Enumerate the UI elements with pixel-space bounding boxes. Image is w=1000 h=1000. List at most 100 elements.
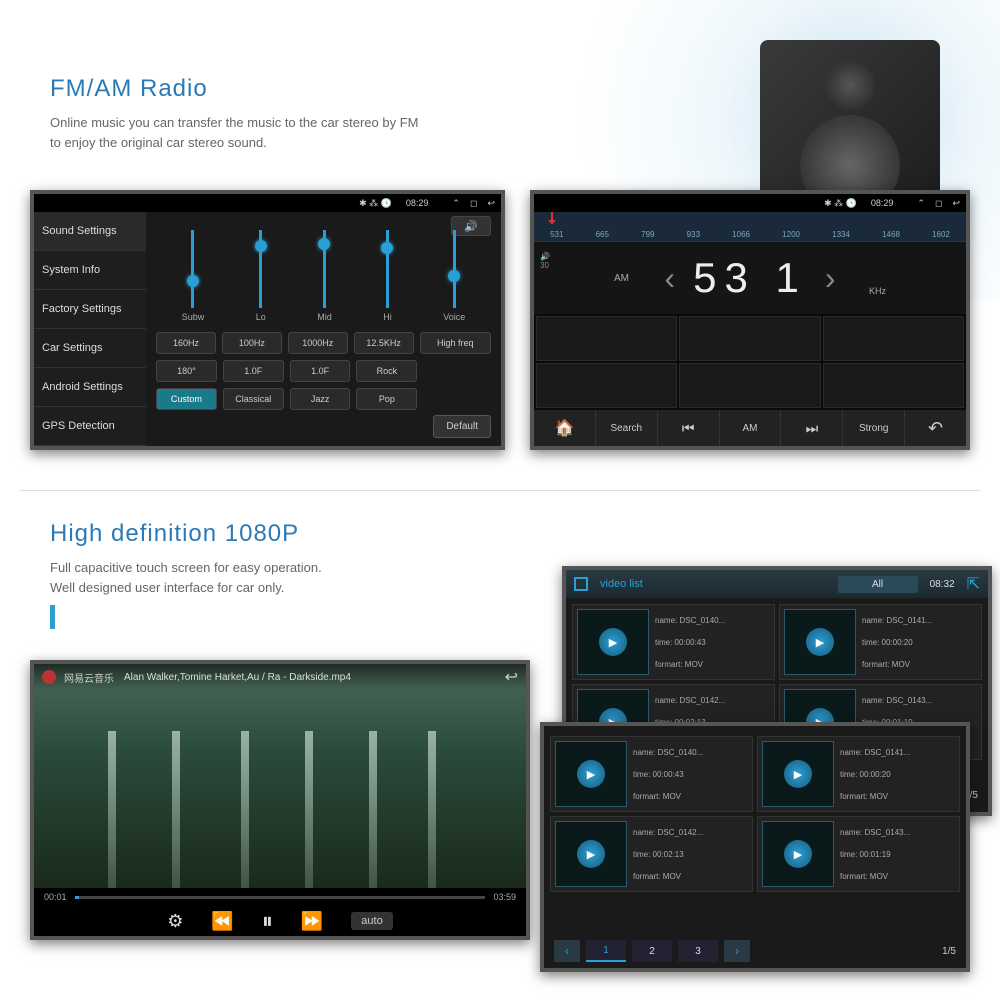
- sidebar-factory-settings[interactable]: Factory Settings: [34, 290, 146, 329]
- preset-slot[interactable]: [679, 363, 820, 408]
- high-freq-button[interactable]: High freq: [420, 332, 491, 354]
- eq-slider-voice[interactable]: [453, 230, 456, 308]
- sidebar-android-settings[interactable]: Android Settings: [34, 368, 146, 407]
- band-button[interactable]: AM: [720, 410, 782, 446]
- video-item[interactable]: ▶ name: DSC_0141...time: 00:00:20formart…: [779, 604, 982, 680]
- pager-page-1[interactable]: 1: [586, 940, 626, 962]
- mute-button[interactable]: 🔊: [451, 216, 491, 236]
- section1-desc: Online music you can transfer the music …: [50, 113, 430, 152]
- prev-button[interactable]: ⏮: [658, 410, 720, 446]
- play-icon[interactable]: ▶: [806, 628, 834, 656]
- eq-sliders: Subw Lo Mid Hi Voice: [156, 220, 491, 326]
- current-time: 00:01: [44, 892, 67, 902]
- sidebar-gps-detection[interactable]: GPS Detection: [34, 407, 146, 446]
- preset-slot[interactable]: [679, 316, 820, 361]
- pager-prev[interactable]: ‹: [554, 940, 580, 962]
- auto-button[interactable]: auto: [351, 912, 392, 930]
- forward-button[interactable]: ⏩: [301, 911, 323, 932]
- preset-slot[interactable]: [823, 316, 964, 361]
- frequency-scale[interactable]: 531 665 799 933 1066 1200 1334 1468 1602: [534, 212, 966, 242]
- sidebar-sound-settings[interactable]: Sound Settings: [34, 212, 146, 251]
- preset-jazz-button[interactable]: Jazz: [290, 388, 351, 410]
- frequency-marker[interactable]: [551, 212, 553, 224]
- tune-down-button[interactable]: ‹: [664, 260, 675, 297]
- video-list-panel: ▶ name: DSC_0140...time: 00:00:43formart…: [540, 722, 970, 972]
- preset-rock-button[interactable]: Rock: [356, 360, 417, 382]
- play-icon[interactable]: ▶: [784, 840, 812, 868]
- preset-slot[interactable]: [536, 316, 677, 361]
- unit-label: KHz: [869, 286, 886, 296]
- section2-desc2: Well designed user interface for car onl…: [50, 578, 322, 598]
- filter-all-button[interactable]: All: [838, 576, 918, 593]
- nav-square-icon[interactable]: ◻: [935, 198, 942, 209]
- nav-up-icon[interactable]: ⌃: [917, 198, 925, 209]
- equalizer-icon[interactable]: ⚙: [167, 911, 183, 932]
- pager-next[interactable]: ›: [724, 940, 750, 962]
- preset-slot[interactable]: [536, 363, 677, 408]
- phase-180-button[interactable]: 180°: [156, 360, 217, 382]
- total-time: 03:59: [493, 892, 516, 902]
- freq-160hz-button[interactable]: 160Hz: [156, 332, 216, 354]
- exit-button[interactable]: ⇱: [967, 574, 980, 594]
- video-item[interactable]: ▶ name: DSC_0140...time: 00:00:43formart…: [550, 736, 753, 812]
- eq-slider-lo[interactable]: [259, 230, 262, 308]
- eq-slider-subw[interactable]: [191, 230, 194, 308]
- section-fm-am: FM/AM Radio Online music you can transfe…: [50, 75, 430, 152]
- eq-slider-mid[interactable]: [323, 230, 326, 308]
- settings-main: 🔊 Subw Lo Mid Hi Voice 160Hz 100Hz 1000H…: [146, 212, 501, 446]
- gain-1.0f-button-1[interactable]: 1.0F: [223, 360, 284, 382]
- app-logo-icon: [42, 670, 56, 684]
- tune-up-button[interactable]: ›: [825, 260, 836, 297]
- nav-back-icon[interactable]: ↩: [487, 198, 495, 209]
- preset-pop-button[interactable]: Pop: [356, 388, 417, 410]
- nav-back-icon[interactable]: ↩: [952, 198, 960, 209]
- play-icon[interactable]: ▶: [577, 760, 605, 788]
- video-item[interactable]: ▶ name: DSC_0142...time: 00:02:13formart…: [550, 816, 753, 892]
- volume-value: 30: [540, 261, 550, 270]
- sidebar-car-settings[interactable]: Car Settings: [34, 329, 146, 368]
- video-item[interactable]: ▶ name: DSC_0143...time: 00:01:19formart…: [757, 816, 960, 892]
- freq-12.5khz-button[interactable]: 12.5KHz: [354, 332, 414, 354]
- sidebar-system-info[interactable]: System Info: [34, 251, 146, 290]
- pager-total: 1/5: [942, 946, 956, 957]
- play-icon[interactable]: ▶: [599, 628, 627, 656]
- preset-classical-button[interactable]: Classical: [223, 388, 284, 410]
- freq-1000hz-button[interactable]: 1000Hz: [288, 332, 348, 354]
- settings-sidebar: Sound Settings System Info Factory Setti…: [34, 212, 146, 446]
- rewind-button[interactable]: ⏪: [211, 911, 233, 932]
- video-header: 网易云音乐 Alan Walker,Tomine Harket,Au / Ra …: [34, 664, 526, 690]
- play-icon[interactable]: ▶: [784, 760, 812, 788]
- pager-page-2[interactable]: 2: [632, 940, 672, 962]
- video-item[interactable]: ▶ name: DSC_0140...time: 00:00:43formart…: [572, 604, 775, 680]
- radio-display: 🔊 30 AM ‹ 53 1 › KHz: [534, 242, 966, 314]
- pager-page-3[interactable]: 3: [678, 940, 718, 962]
- home-button[interactable]: 🏠: [534, 410, 596, 446]
- sound-settings-panel: ✱ ⁂ 🕓 08:29 ⌃ ◻ ↩ Sound Settings System …: [30, 190, 505, 450]
- preset-slot[interactable]: [823, 363, 964, 408]
- search-button[interactable]: Search: [596, 410, 658, 446]
- radio-controls: 🏠 Search ⏮ AM ⏭ Strong ↶: [534, 410, 966, 446]
- vlist-time: 08:32: [930, 579, 955, 590]
- video-scene[interactable]: [34, 664, 526, 888]
- default-button[interactable]: Default: [433, 415, 491, 438]
- nav-up-icon[interactable]: ⌃: [452, 198, 460, 209]
- pager: ‹ 1 2 3 › 1/5: [544, 940, 966, 962]
- freq-100hz-button[interactable]: 100Hz: [222, 332, 282, 354]
- section2-title: High definition 1080P: [50, 520, 322, 548]
- volume-icon[interactable]: 🔊: [540, 252, 550, 261]
- preset-custom-button[interactable]: Custom: [156, 388, 217, 410]
- video-controls: 00:01 03:59 ⚙ ⏪ ⏸ ⏩ auto: [34, 888, 526, 936]
- strong-button[interactable]: Strong: [843, 410, 905, 446]
- nav-square-icon[interactable]: ◻: [470, 198, 477, 209]
- list-icon[interactable]: [574, 577, 588, 591]
- eq-slider-hi[interactable]: [386, 230, 389, 308]
- video-back-button[interactable]: ↩: [505, 667, 518, 687]
- pause-button[interactable]: ⏸: [262, 908, 273, 934]
- back-button[interactable]: ↶: [905, 410, 966, 446]
- next-button[interactable]: ⏭: [781, 410, 843, 446]
- play-icon[interactable]: ▶: [577, 840, 605, 868]
- gain-1.0f-button-2[interactable]: 1.0F: [290, 360, 351, 382]
- accent-line: [50, 605, 55, 629]
- progress-bar[interactable]: [75, 896, 486, 899]
- video-item[interactable]: ▶ name: DSC_0141...time: 00:00:20formart…: [757, 736, 960, 812]
